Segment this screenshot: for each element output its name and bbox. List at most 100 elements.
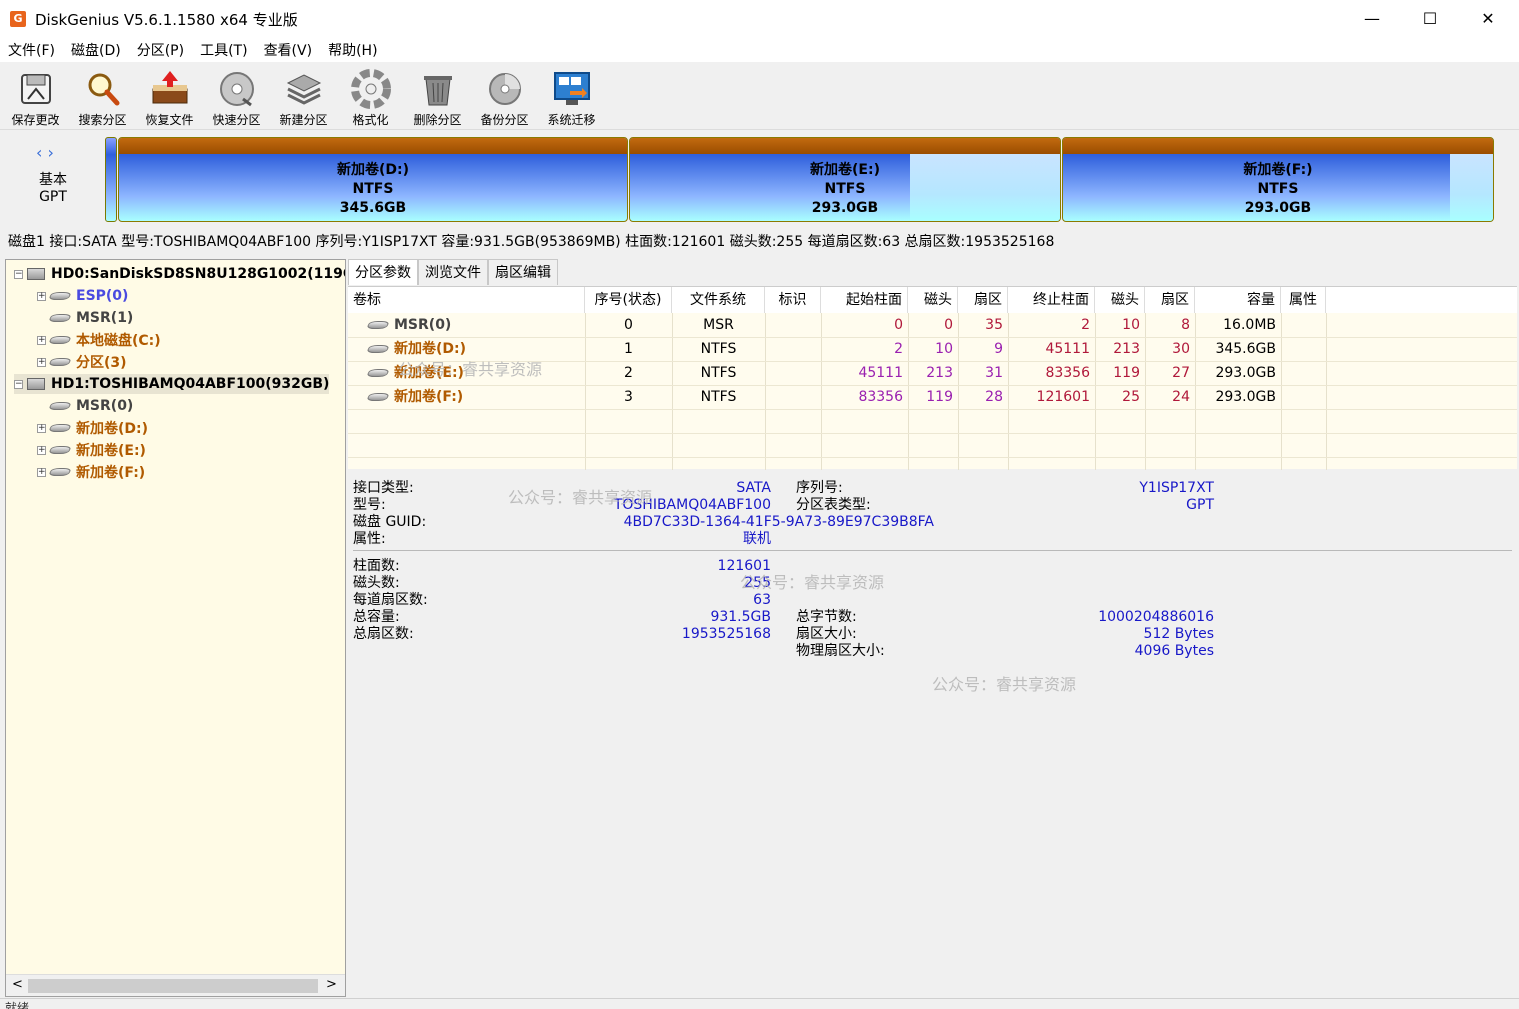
partition-block-f[interactable]: 新加卷(F:) NTFS 293.0GB [1062, 137, 1494, 222]
save-changes-button[interactable]: 保存更改 [2, 62, 69, 130]
partition-icon [48, 358, 72, 366]
disk-nav-arrows[interactable]: ‹ › [36, 143, 54, 162]
tree-item-d[interactable]: + 新加卷(D:) [37, 418, 148, 438]
row-fs: NTFS [700, 341, 737, 357]
col-header-index[interactable]: 序号(状态) [585, 287, 672, 313]
row-fs: NTFS [700, 389, 737, 405]
tree-item-part3[interactable]: + 分区(3) [37, 352, 127, 372]
menu-disk[interactable]: 磁盘(D) [63, 40, 129, 60]
quick-partition-icon [219, 72, 254, 107]
menu-help[interactable]: 帮助(H) [320, 40, 385, 60]
row-index: 2 [624, 365, 633, 381]
partition-icon [366, 345, 390, 353]
save-icon [20, 74, 51, 104]
format-button[interactable]: 格式化 [337, 62, 404, 130]
row-end-sec: 8 [1181, 317, 1190, 333]
tree-item-e[interactable]: + 新加卷(E:) [37, 440, 146, 460]
tree-item-label: 新加卷(D:) [76, 421, 149, 437]
total-bytes-label: 总字节数: [796, 609, 857, 625]
close-button[interactable]: ✕ [1459, 0, 1517, 38]
menu-file[interactable]: 文件(F) [0, 40, 63, 60]
interface-value: SATA [736, 480, 771, 496]
new-partition-button[interactable]: 新建分区 [270, 62, 337, 130]
menu-partition[interactable]: 分区(P) [129, 40, 192, 60]
tree-item-esp[interactable]: + ESP(0) [37, 286, 128, 306]
delete-partition-button[interactable]: 删除分区 [404, 62, 471, 130]
quick-partition-button[interactable]: 快速分区 [203, 62, 270, 130]
col-header-size[interactable]: 容量 [1195, 287, 1281, 313]
partition-block-d[interactable]: 新加卷(D:) NTFS 345.6GB [118, 137, 628, 222]
tab-browse-files[interactable]: 浏览文件 [418, 259, 488, 285]
quick-partition-label: 快速分区 [212, 113, 261, 127]
tree-item-msr0[interactable]: MSR(0) [48, 396, 133, 416]
expand-icon[interactable]: + [37, 357, 46, 367]
menu-tools[interactable]: 工具(T) [192, 40, 255, 60]
row-start-cyl: 83356 [858, 389, 903, 405]
system-migration-label: 系统迁移 [547, 113, 596, 127]
partition-block-d-fs: NTFS [352, 181, 394, 197]
col-header-flag[interactable]: 标识 [765, 287, 821, 313]
tree-item-f[interactable]: + 新加卷(F:) [37, 462, 145, 482]
tab-sector-edit[interactable]: 扇区编辑 [488, 259, 558, 285]
recover-files-button[interactable]: 恢复文件 [136, 62, 203, 130]
row-size: 16.0MB [1223, 317, 1276, 333]
col-header-fs[interactable]: 文件系统 [672, 287, 765, 313]
expand-icon[interactable]: + [37, 467, 46, 477]
menu-view[interactable]: 查看(V) [256, 40, 321, 60]
expand-icon[interactable]: + [37, 445, 46, 455]
delete-icon [423, 76, 452, 106]
scroll-left-icon[interactable]: < [12, 977, 23, 992]
partition-icon [366, 321, 390, 329]
partition-block-f-fs: NTFS [1257, 181, 1299, 197]
expand-icon[interactable]: + [37, 423, 46, 433]
tree-item-msr1[interactable]: MSR(1) [48, 308, 133, 328]
tab-partition-params[interactable]: 分区参数 [348, 259, 418, 285]
row-start-head: 119 [926, 389, 953, 405]
tree-item-hd0[interactable]: − HD0:SanDiskSD8SN8U128G1002(119G [14, 264, 345, 284]
col-header-start-head[interactable]: 磁头 [908, 287, 958, 313]
tree-item-c[interactable]: + 本地磁盘(C:) [37, 330, 161, 350]
row-start-sec: 9 [994, 341, 1003, 357]
collapse-icon[interactable]: − [14, 379, 23, 389]
msr-partition-block[interactable] [105, 137, 117, 222]
expand-icon[interactable]: + [37, 335, 46, 345]
partition-icon [48, 468, 72, 476]
collapse-icon[interactable]: − [14, 269, 23, 279]
col-header-start-cyl[interactable]: 起始柱面 [821, 287, 908, 313]
row-end-sec: 30 [1172, 341, 1190, 357]
partition-icon [366, 369, 390, 377]
tree-horizontal-scrollbar[interactable]: < > [6, 974, 345, 996]
col-header-attr[interactable]: 属性 [1281, 287, 1326, 313]
tree-item-hd1[interactable]: − HD1:TOSHIBAMQ04ABF100(932GB) [14, 374, 330, 394]
hard-disk-icon [27, 378, 45, 390]
partition-block-e[interactable]: 新加卷(E:) NTFS 293.0GB [629, 137, 1061, 222]
row-label: 新加卷(F:) [394, 389, 464, 405]
row-index: 3 [624, 389, 633, 405]
search-partition-button[interactable]: 搜索分区 [69, 62, 136, 130]
tree-item-label: 本地磁盘(C:) [76, 333, 161, 349]
expand-icon[interactable]: + [37, 291, 46, 301]
watermark: 公众号：睿共享资源 [740, 573, 885, 592]
serial-label: 序列号: [796, 480, 843, 496]
row-label: MSR(0) [394, 317, 452, 333]
row-start-head: 213 [926, 365, 953, 381]
maximize-button[interactable]: ☐ [1401, 0, 1459, 38]
partition-icon [48, 402, 72, 410]
hard-disk-icon [27, 268, 45, 280]
backup-partition-button[interactable]: 备份分区 [471, 62, 538, 130]
system-migration-button[interactable]: 系统迁移 [538, 62, 605, 130]
row-start-cyl: 45111 [858, 365, 903, 381]
minimize-button[interactable]: — [1343, 0, 1401, 38]
row-index: 0 [624, 317, 633, 333]
col-header-end-cyl[interactable]: 终止柱面 [1008, 287, 1095, 313]
disk-tree: − HD0:SanDiskSD8SN8U128G1002(119G + ESP(… [5, 259, 346, 997]
row-end-cyl: 83356 [1045, 365, 1090, 381]
phys-sector-label: 物理扇区大小: [796, 643, 885, 659]
col-header-end-sec[interactable]: 扇区 [1145, 287, 1195, 313]
col-header-start-sec[interactable]: 扇区 [958, 287, 1008, 313]
scroll-thumb[interactable] [28, 979, 318, 993]
col-header-end-head[interactable]: 磁头 [1095, 287, 1145, 313]
scroll-right-icon[interactable]: > [326, 977, 337, 992]
col-header-label[interactable]: 卷标 [348, 287, 585, 313]
row-start-head: 10 [935, 341, 953, 357]
